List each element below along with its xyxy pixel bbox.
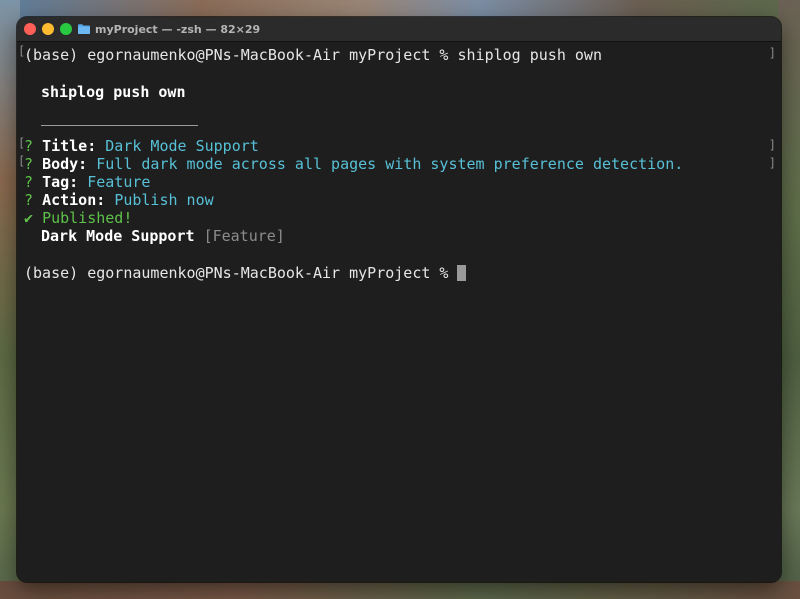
window-title-group: myProject — -zsh — 82×29	[78, 17, 260, 41]
tag-value: Feature	[87, 173, 151, 191]
question-mark: ?	[24, 155, 34, 173]
command-heading: shiplog push own	[41, 83, 186, 101]
title-question-line: ? Title: Dark Mode Support	[24, 137, 259, 155]
action-value: Publish now	[114, 191, 214, 209]
mark-bracket-right: ]	[768, 156, 776, 170]
terminal-output[interactable]: [ (base) egornaumenko@PNs-MacBook-Air my…	[17, 42, 781, 582]
body-label: Body:	[42, 155, 88, 173]
minimize-button[interactable]	[42, 23, 54, 35]
close-button[interactable]	[24, 23, 36, 35]
result-tag: [Feature]	[203, 227, 285, 245]
action-question-line: ? Action: Publish now	[24, 191, 214, 209]
question-mark: ?	[24, 137, 34, 155]
result-title: Dark Mode Support	[41, 227, 195, 245]
title-bar[interactable]: myProject — -zsh — 82×29	[17, 17, 781, 42]
heading-divider	[41, 125, 198, 126]
body-value: Full dark mode across all pages with sys…	[96, 155, 684, 173]
question-mark: ?	[24, 173, 34, 191]
shell-prompt-line[interactable]: (base) egornaumenko@PNs-MacBook-Air myPr…	[24, 264, 467, 282]
tag-label: Tag:	[42, 173, 79, 191]
desktop-wallpaper-top	[0, 0, 800, 18]
action-label: Action:	[42, 191, 106, 209]
mark-bracket-right: ]	[768, 138, 776, 152]
desktop-wallpaper-bottom	[0, 581, 800, 599]
command-prompt-line: (base) egornaumenko@PNs-MacBook-Air myPr…	[24, 46, 602, 64]
window-title: myProject — -zsh — 82×29	[95, 22, 261, 36]
text-cursor	[457, 265, 467, 281]
tag-question-line: ? Tag: Feature	[24, 173, 150, 191]
published-message: Published!	[42, 209, 133, 227]
shell-prompt: (base) egornaumenko@PNs-MacBook-Air myPr…	[24, 264, 458, 282]
title-label: Title:	[42, 137, 97, 155]
published-line: ✔ Published!	[24, 209, 132, 227]
desktop-wallpaper-right	[778, 0, 800, 599]
title-value: Dark Mode Support	[105, 137, 259, 155]
checkmark-icon: ✔	[24, 209, 34, 227]
question-mark: ?	[24, 191, 34, 209]
terminal-window: myProject — -zsh — 82×29 [ (base) egorna…	[17, 17, 781, 582]
maximize-button[interactable]	[60, 23, 72, 35]
mark-bracket-right: ]	[768, 46, 776, 60]
body-question-line: ? Body: Full dark mode across all pages …	[24, 155, 683, 173]
result-line: Dark Mode Support [Feature]	[41, 227, 285, 245]
folder-icon	[78, 24, 90, 34]
